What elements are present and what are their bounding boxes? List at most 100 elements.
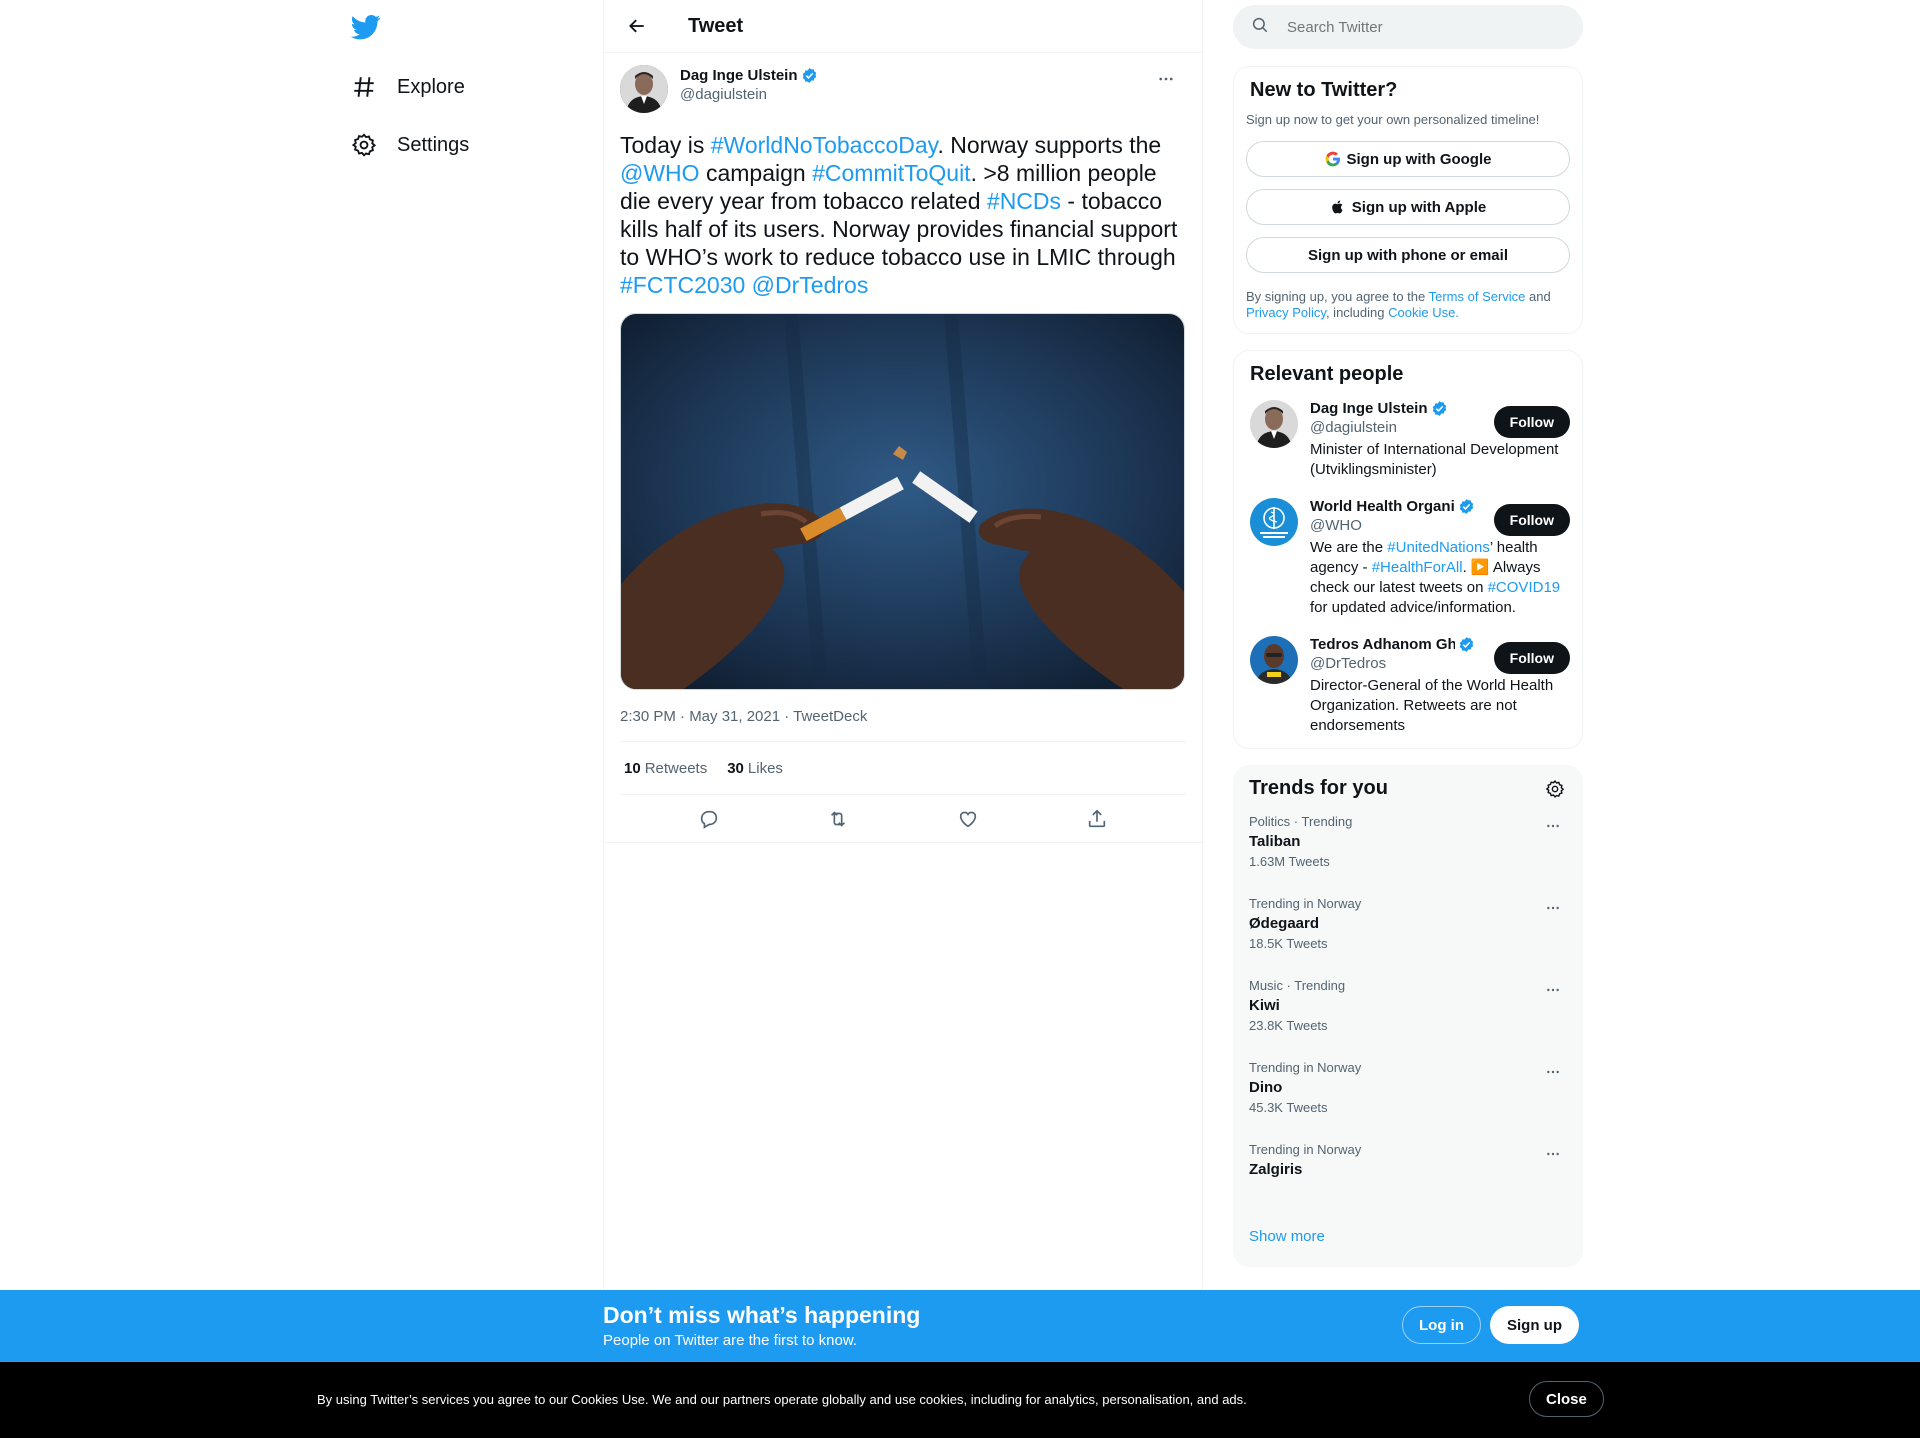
hashtag-link[interactable]: #UnitedNations bbox=[1387, 539, 1490, 556]
who-logo-avatar[interactable] bbox=[1250, 498, 1298, 546]
bio-text: We are the bbox=[1310, 539, 1388, 556]
hashtag-link[interactable]: #FCTC2030 bbox=[620, 272, 745, 298]
more-options-icon[interactable] bbox=[1154, 67, 1178, 91]
person-item[interactable]: Tedros Adhanom Ghebreyesus @DrTedros Dir… bbox=[1246, 618, 1570, 736]
trend-count: 1.63M Tweets bbox=[1249, 854, 1330, 869]
more-options-icon[interactable] bbox=[1541, 978, 1565, 1002]
hashtag-link[interactable]: #NCDs bbox=[987, 188, 1061, 214]
privacy-policy-link[interactable]: Privacy Policy bbox=[1246, 305, 1326, 320]
apple-icon bbox=[1330, 199, 1346, 215]
signup-phone-email-button[interactable]: Sign up with phone or email bbox=[1246, 237, 1570, 273]
person-name[interactable]: Tedros Adhanom Ghebreyesus bbox=[1310, 636, 1455, 653]
share-icon[interactable] bbox=[1077, 799, 1117, 839]
search-bar[interactable] bbox=[1233, 5, 1583, 49]
retweets-label[interactable]: Retweets bbox=[645, 760, 708, 777]
login-button[interactable]: Log in bbox=[1402, 1306, 1481, 1344]
tweet-timestamp[interactable]: 2:30 PM · May 31, 2021 · TweetDeck bbox=[620, 708, 1186, 742]
back-arrow-icon[interactable] bbox=[620, 9, 654, 43]
nav-settings[interactable]: Settings bbox=[351, 120, 469, 170]
page-title: Tweet bbox=[688, 14, 744, 37]
author-handle[interactable]: @dagiulstein bbox=[680, 86, 818, 103]
tweet-text-segment: campaign bbox=[699, 160, 813, 186]
trends-title-text: Trends for you bbox=[1249, 777, 1388, 799]
relevant-people-card: Relevant people Dag Inge Ulstein @dagiul… bbox=[1233, 350, 1583, 749]
hashtag-link[interactable]: #CommitToQuit bbox=[812, 160, 970, 186]
avatar[interactable] bbox=[1250, 636, 1298, 684]
signup-google-button[interactable]: Sign up with Google bbox=[1246, 141, 1570, 177]
author-avatar[interactable] bbox=[620, 65, 668, 113]
author-name[interactable]: Dag Inge Ulstein bbox=[680, 67, 818, 84]
tweet-header: Tweet bbox=[604, 0, 1202, 53]
retweets-count[interactable]: 10 bbox=[624, 760, 641, 777]
cookie-use-link[interactable]: Cookie Use. bbox=[1388, 305, 1459, 320]
more-options-icon[interactable] bbox=[1541, 896, 1565, 920]
nav-explore-label: Explore bbox=[397, 75, 465, 98]
verified-badge-icon bbox=[801, 67, 818, 84]
signup-apple-label: Sign up with Apple bbox=[1351, 198, 1487, 216]
search-input[interactable] bbox=[1287, 18, 1537, 36]
follow-button[interactable]: Follow bbox=[1493, 406, 1570, 438]
author-name-text: Dag Inge Ulstein bbox=[680, 67, 798, 84]
signup-button[interactable]: Sign up bbox=[1490, 1306, 1579, 1344]
likes-count[interactable]: 30 bbox=[727, 760, 744, 777]
trends-card: Trends for you Politics · Trending Talib… bbox=[1233, 765, 1583, 1267]
hashtag-link[interactable]: #WorldNoTobaccoDay bbox=[711, 132, 938, 158]
trend-meta: Music · Trending bbox=[1249, 978, 1346, 993]
tweet-text-segment: . Norway supports the bbox=[937, 132, 1162, 158]
trend-count: 45.3K Tweets bbox=[1249, 1100, 1328, 1115]
person-name[interactable]: Dag Inge Ulstein bbox=[1310, 400, 1428, 417]
trend-name: Kiwi bbox=[1249, 997, 1280, 1014]
gear-icon bbox=[351, 132, 377, 158]
trend-name: Taliban bbox=[1249, 833, 1301, 850]
person-name[interactable]: World Health Organization (WHO) bbox=[1310, 498, 1455, 515]
google-icon bbox=[1325, 151, 1341, 167]
terms-of-service-link[interactable]: Terms of Service bbox=[1429, 289, 1526, 304]
terms-text: By signing up, you agree to the bbox=[1246, 289, 1429, 304]
trend-item[interactable]: Trending in Norway Zalgiris bbox=[1245, 1128, 1571, 1210]
tweet-text: Today is #WorldNoTobaccoDay. Norway supp… bbox=[620, 131, 1190, 299]
like-heart-icon[interactable] bbox=[948, 799, 988, 839]
person-bio: Minister of International Development (U… bbox=[1310, 441, 1559, 478]
avatar[interactable] bbox=[1250, 400, 1298, 448]
trend-item[interactable]: Trending in Norway Dino 45.3K Tweets bbox=[1245, 1046, 1571, 1128]
hashtag-icon bbox=[351, 74, 377, 100]
mention-link[interactable]: @WHO bbox=[620, 160, 700, 186]
trend-item[interactable]: Trending in Norway Ødegaard 18.5K Tweets bbox=[1245, 882, 1571, 964]
sidebar-right: New to Twitter? Sign up now to get your … bbox=[1233, 0, 1583, 1267]
hashtag-link[interactable]: #COVID19 bbox=[1488, 579, 1561, 596]
show-more-link[interactable]: Show more bbox=[1245, 1218, 1571, 1255]
close-cookie-button[interactable]: Close bbox=[1529, 1381, 1604, 1417]
twitter-logo-icon[interactable] bbox=[350, 12, 383, 44]
tweet-actions bbox=[604, 795, 1202, 843]
trend-count: 23.8K Tweets bbox=[1249, 1018, 1328, 1033]
signup-apple-button[interactable]: Sign up with Apple bbox=[1246, 189, 1570, 225]
trend-meta: Trending in Norway bbox=[1249, 1142, 1362, 1157]
likes-label[interactable]: Likes bbox=[748, 760, 783, 777]
signup-google-label: Sign up with Google bbox=[1346, 150, 1492, 168]
person-bio: Director-General of the World Health Org… bbox=[1310, 677, 1554, 734]
verified-badge-icon bbox=[1458, 498, 1475, 515]
search-icon bbox=[1251, 16, 1269, 39]
tweet-text-segment: Today is bbox=[620, 132, 711, 158]
person-item[interactable]: Dag Inge Ulstein @dagiulstein Minister o… bbox=[1246, 386, 1570, 480]
person-item[interactable]: World Health Organization (WHO) @WHO We … bbox=[1246, 480, 1570, 618]
nav-explore[interactable]: Explore bbox=[351, 62, 465, 112]
signup-terms: By signing up, you agree to the Terms of… bbox=[1246, 289, 1570, 321]
reply-icon[interactable] bbox=[689, 799, 729, 839]
more-options-icon[interactable] bbox=[1541, 814, 1565, 838]
tweet-photo[interactable] bbox=[620, 313, 1185, 690]
more-options-icon[interactable] bbox=[1541, 1060, 1565, 1084]
trend-name: Zalgiris bbox=[1249, 1161, 1303, 1178]
trend-item[interactable]: Politics · Trending Taliban 1.63M Tweets bbox=[1245, 800, 1571, 882]
cookie-banner-text: By using Twitter’s services you agree to… bbox=[317, 1392, 1247, 1407]
mention-link[interactable]: @DrTedros bbox=[752, 272, 869, 298]
trend-meta: Trending in Norway bbox=[1249, 896, 1362, 911]
more-options-icon[interactable] bbox=[1541, 1142, 1565, 1166]
follow-button[interactable]: Follow bbox=[1493, 504, 1570, 536]
tweet-author: Dag Inge Ulstein @dagiulstein bbox=[620, 65, 1186, 117]
hashtag-link[interactable]: #HealthForAll bbox=[1372, 559, 1463, 576]
trend-item[interactable]: Music · Trending Kiwi 23.8K Tweets bbox=[1245, 964, 1571, 1046]
trend-meta: Trending in Norway bbox=[1249, 1060, 1362, 1075]
follow-button[interactable]: Follow bbox=[1493, 642, 1570, 674]
retweet-icon[interactable] bbox=[818, 799, 858, 839]
